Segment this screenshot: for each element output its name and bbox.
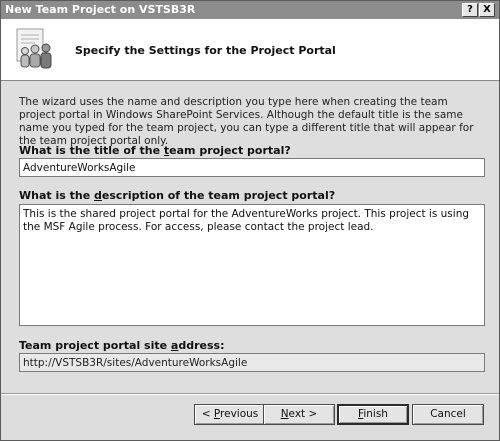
title-bar[interactable]: New Team Project on VSTSB3R ? X [1, 1, 499, 19]
finish-button[interactable]: Finish [337, 404, 409, 425]
button-text: < [201, 408, 214, 420]
label-text: ddress: [178, 339, 225, 352]
label-text: Team project portal site [19, 339, 171, 352]
label-accesskey: d [94, 189, 102, 202]
button-accesskey: N [280, 408, 289, 420]
button-text: inish [363, 408, 388, 420]
intro-text: The wizard uses the name and description… [19, 96, 474, 147]
label-text: What is the [19, 189, 95, 202]
window-title: New Team Project on VSTSB3R [5, 3, 196, 16]
next-button[interactable]: Next > [263, 404, 335, 425]
button-text: ext > [288, 408, 318, 420]
close-button[interactable]: X [479, 3, 495, 17]
footer-divider-highlight [1, 394, 499, 395]
label-text: escription of the team project portal? [101, 189, 336, 202]
label-text: eam project portal? [169, 144, 291, 157]
portal-description-label: What is the description of the team proj… [19, 189, 335, 202]
portal-title-label: What is the title of the team project po… [19, 144, 291, 157]
cancel-button[interactable]: Cancel [412, 404, 484, 425]
team-project-icon [16, 28, 52, 69]
portal-description-textarea[interactable]: This is the shared project portal for th… [19, 204, 485, 326]
wizard-header: Specify the Settings for the Project Por… [1, 19, 499, 81]
portal-address-label: Team project portal site address: [19, 339, 225, 352]
wizard-body: The wizard uses the name and description… [1, 82, 499, 392]
previous-button[interactable]: < Previous [194, 404, 266, 425]
portal-address-field: http://VSTSB3R/sites/AdventureWorksAgile [19, 353, 485, 372]
button-text: revious [220, 408, 259, 420]
wizard-window: New Team Project on VSTSB3R ? X Specify … [0, 0, 500, 441]
label-text: What is the title of the [19, 144, 164, 157]
help-button[interactable]: ? [462, 3, 478, 17]
page-title: Specify the Settings for the Project Por… [75, 44, 336, 57]
portal-title-input[interactable]: AdventureWorksAgile [19, 158, 485, 177]
